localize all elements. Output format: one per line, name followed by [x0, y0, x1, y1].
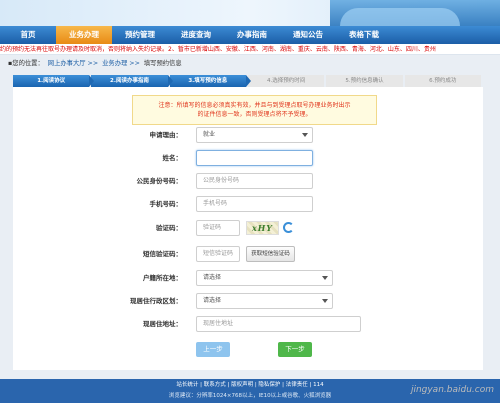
step-6: 6.预约成功: [404, 75, 481, 87]
row-phone: 手机号码： 手机号码: [0, 196, 500, 212]
sms-label: 短信验证码：: [143, 250, 182, 258]
chevron-down-icon: [302, 133, 308, 137]
refresh-icon[interactable]: [283, 222, 294, 233]
nav-guide[interactable]: 办事指南: [224, 26, 280, 44]
step-5: 5.预约信息确认: [326, 75, 403, 87]
hukou-value: 请选择: [203, 274, 222, 281]
row-hukou: 户籍所在地： 请选择: [0, 270, 500, 286]
tip-line-1: 注意：所填写的信息必须真实有效，并且与到受理点取号办理业务时出示: [158, 102, 351, 109]
nav-home[interactable]: 首页: [0, 26, 56, 44]
progress-steps: 1.阅读协议 2.阅读办事指南 3.填写预约信息 4.选择预约时间 5.预约信息…: [13, 75, 483, 87]
row-address: 现居住地址： 现居住地址: [0, 316, 500, 332]
banner-decoration: [340, 8, 460, 26]
chevron-down-icon: [322, 276, 328, 280]
next-step-button[interactable]: 下一步: [278, 342, 312, 357]
warning-tip: 注意：所填写的信息必须真实有效，并且与到受理点取号办理业务时出示 的证件信息一致…: [132, 95, 377, 125]
row-sms: 短信验证码： 短信验证码 获取短信验证码: [0, 246, 500, 262]
reason-value: 就业: [203, 131, 216, 138]
row-region: 现居住行政区划： 请选择: [0, 293, 500, 309]
row-id: 公民身份号码： 公民身份号码: [0, 173, 500, 189]
reason-label: 申请理由：: [149, 131, 183, 139]
region-label: 现居住行政区划：: [130, 297, 182, 305]
nav-appointment[interactable]: 预约管理: [112, 26, 168, 44]
id-number-input[interactable]: 公民身份号码: [196, 173, 313, 189]
nav-progress[interactable]: 进度查询: [168, 26, 224, 44]
captcha-label: 验证码：: [156, 224, 182, 232]
region-select[interactable]: 请选择: [196, 293, 333, 309]
step-4: 4.选择预约时间: [247, 75, 325, 87]
nav-notice[interactable]: 通知公告: [280, 26, 336, 44]
row-captcha: 验证码： 验证码 xHY: [0, 220, 500, 236]
main-nav: 首页 业务办理 预约管理 进度查询 办事指南 通知公告 表格下载: [0, 26, 500, 44]
row-name: 姓名：: [0, 150, 500, 166]
get-sms-code-button[interactable]: 获取短信验证码: [246, 246, 295, 262]
header-banner: [0, 0, 500, 26]
breadcrumb-business[interactable]: 业务办理 >>: [102, 58, 140, 70]
address-input[interactable]: 现居住地址: [196, 316, 361, 332]
captcha-image[interactable]: xHY: [246, 221, 279, 235]
reason-select[interactable]: 就业: [196, 127, 313, 143]
name-label: 姓名：: [162, 154, 183, 162]
breadcrumb: ▪您的位置： 网上办事大厅 >> 业务办理 >> 填写预约信息: [8, 58, 492, 70]
name-input[interactable]: [196, 150, 313, 166]
sms-code-input[interactable]: 短信验证码: [196, 246, 240, 262]
prev-step-button[interactable]: 上一步: [196, 342, 230, 357]
hukou-label: 户籍所在地：: [143, 274, 182, 282]
breadcrumb-label: ▪您的位置：: [8, 60, 44, 67]
hukou-select[interactable]: 请选择: [196, 270, 333, 286]
region-value: 请选择: [203, 297, 222, 304]
phone-input[interactable]: 手机号码: [196, 196, 313, 212]
tip-line-2: 的证件信息一致，否则受理点将不予受理。: [197, 111, 312, 118]
phone-label: 手机号码：: [149, 200, 183, 208]
address-label: 现居住地址：: [143, 320, 182, 328]
step-1: 1.阅读协议: [13, 75, 95, 87]
scrolling-notice: 约的预约无法再往取号办理请及时取消，否则将纳入失约记录。2、暂市已新增山西、安徽…: [0, 44, 500, 55]
id-label: 公民身份号码：: [136, 177, 183, 185]
breadcrumb-current: 填写预约信息: [143, 60, 182, 67]
breadcrumb-hall[interactable]: 网上办事大厅 >>: [48, 58, 98, 70]
watermark: jingyan.baidu.com: [410, 385, 494, 395]
step-3: 3.填写预约信息: [169, 75, 252, 87]
step-2: 2.阅读办事指南: [91, 75, 174, 87]
row-reason: 申请理由： 就业: [0, 127, 500, 143]
nav-business[interactable]: 业务办理: [56, 26, 112, 44]
chevron-down-icon: [322, 299, 328, 303]
nav-forms[interactable]: 表格下载: [336, 26, 392, 44]
captcha-input[interactable]: 验证码: [196, 220, 240, 236]
